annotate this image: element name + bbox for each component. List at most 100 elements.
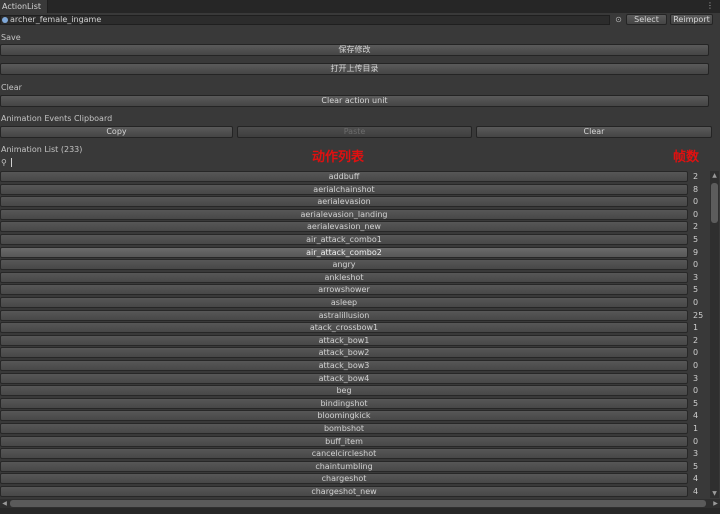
animation-frame-count: 3 [693,373,699,383]
animation-frame-count: 9 [693,247,699,257]
animation-list-row: asleep 0 [0,297,709,309]
animation-list-row: buff_item 0 [0,435,709,448]
animation-list-row: bombshot 1 [0,423,709,435]
animation-list-row: ankleshot 3 [0,271,709,284]
animation-name-button[interactable]: ankleshot [0,271,688,283]
clipboard-clear-button[interactable]: Clear [476,126,712,138]
animation-list-row: bloomingkick 4 [0,410,709,422]
animation-name-button[interactable]: addbuff [0,171,688,182]
animation-name-button[interactable]: cancelcircleshot [0,448,688,460]
animation-name-button[interactable]: beg [0,385,688,397]
animation-name-button[interactable]: astralillusion [0,309,688,321]
animation-list-row: aerialevasion_new 2 [0,221,709,233]
clear-action-unit-button[interactable]: Clear action unit [0,95,709,107]
animation-list-row: attack_bow3 0 [0,360,709,372]
animation-name-button[interactable]: angry [0,259,688,271]
animation-name-button[interactable]: aerialevasion [0,196,688,208]
animation-object-field[interactable]: archer_female_ingame [0,15,610,25]
animation-list-row: atack_crossbow1 1 [0,322,709,334]
clear-section-label: Clear [1,83,22,92]
animation-name-button[interactable]: attack_bow4 [0,372,688,384]
list-horizontal-scrollbar[interactable]: ◀ ▶ [0,499,720,508]
animation-list-row: air_attack_combo2 9 [0,246,709,259]
animation-list-row: arrowshower 5 [0,284,709,296]
animation-name-button[interactable]: bombshot [0,423,688,434]
animation-list-row: aerialchainshot 8 [0,183,709,196]
animation-name-button[interactable]: aerialevasion_new [0,221,688,233]
save-section-label: Save [1,33,21,42]
animation-list-row: chargeshot_new 4 [0,486,709,498]
animation-name-button[interactable]: attack_bow1 [0,334,688,346]
animation-name-button[interactable]: asleep [0,297,688,308]
animation-frame-count: 0 [693,209,699,219]
clipboard-section-label: Animation Events Clipboard [1,114,113,123]
animation-frame-count: 25 [693,310,704,320]
animation-search-bar: ⚲ [0,157,720,168]
animation-frame-count: 2 [693,172,699,181]
scroll-down-icon[interactable]: ▼ [710,489,719,498]
paste-button[interactable]: Paste [237,126,472,138]
save-changes-button[interactable]: 保存修改 [0,44,709,56]
animation-name-button[interactable]: aerialchainshot [0,183,688,195]
animation-frame-count: 2 [693,335,699,345]
animation-list-row: astralillusion 25 [0,309,709,322]
animation-name-button[interactable]: attack_bow2 [0,347,688,359]
animation-name-button[interactable]: air_attack_combo2 [0,246,688,258]
animation-search-input[interactable] [11,158,712,167]
search-icon: ⚲ [1,158,7,167]
animation-list-row: addbuff 2 [0,171,709,183]
tab-menu-icon[interactable]: ⋮ [704,1,716,11]
list-vertical-scrollbar[interactable]: ▲ ▼ [710,171,719,498]
animation-list-row: attack_bow2 0 [0,347,709,359]
animation-frame-count: 4 [693,411,699,421]
animation-list-row: air_attack_combo1 5 [0,234,709,246]
open-upload-dir-button[interactable]: 打开上传目录 [0,63,709,75]
animation-frame-count: 0 [693,260,699,270]
animation-list-row: aerialevasion 0 [0,196,709,208]
animation-frame-count: 0 [693,348,699,358]
window-bottom-edge [0,508,720,514]
animation-frame-count: 4 [693,474,699,484]
animation-list-header: Animation List (233) [1,145,83,154]
vertical-scroll-thumb[interactable] [711,183,718,223]
animation-frame-count: 3 [693,272,699,282]
animation-list-row: chaintumbling 5 [0,460,709,473]
animation-frame-count: 5 [693,235,699,244]
animation-frame-count: 8 [693,184,699,194]
prefab-icon [2,17,8,23]
select-button[interactable]: Select [626,14,667,25]
animation-list-row: beg 0 [0,385,709,397]
scroll-up-icon[interactable]: ▲ [710,171,719,180]
horizontal-scroll-thumb[interactable] [10,500,706,507]
animation-name-button[interactable]: arrowshower [0,284,688,296]
animation-name-button[interactable]: bindingshot [0,397,688,409]
animation-frame-count: 0 [693,436,699,446]
tab-actionlist[interactable]: ActionList [0,0,48,13]
animation-frame-count: 0 [693,386,699,396]
animation-name-button[interactable]: chargeshot [0,473,688,485]
scroll-right-icon[interactable]: ▶ [711,499,720,508]
animation-frame-count: 5 [693,285,699,295]
object-picker-icon[interactable]: ⊙ [614,15,623,24]
animation-frame-count: 0 [693,197,699,207]
animation-name-button[interactable]: buff_item [0,435,688,447]
animation-list-row: attack_bow1 2 [0,334,709,347]
animation-frame-count: 5 [693,461,699,471]
animation-list-row: bindingshot 5 [0,397,709,410]
animation-name-button[interactable]: aerialevasion_landing [0,208,688,220]
animation-name-button[interactable]: attack_bow3 [0,360,688,371]
animation-list-row: angry 0 [0,259,709,271]
animation-frame-count: 3 [693,449,699,459]
animation-name-button[interactable]: bloomingkick [0,410,688,422]
animation-name-button[interactable]: chaintumbling [0,460,688,472]
animation-list-row: chargeshot 4 [0,473,709,485]
scroll-left-icon[interactable]: ◀ [0,499,9,508]
copy-button[interactable]: Copy [0,126,233,138]
animation-name-button[interactable]: atack_crossbow1 [0,322,688,334]
animation-frame-count: 4 [693,487,699,496]
animation-frame-count: 0 [693,361,699,370]
reimport-button[interactable]: Reimport [670,14,713,25]
animation-list-row: cancelcircleshot 3 [0,448,709,460]
animation-name-button[interactable]: air_attack_combo1 [0,234,688,245]
animation-name-button[interactable]: chargeshot_new [0,486,688,497]
